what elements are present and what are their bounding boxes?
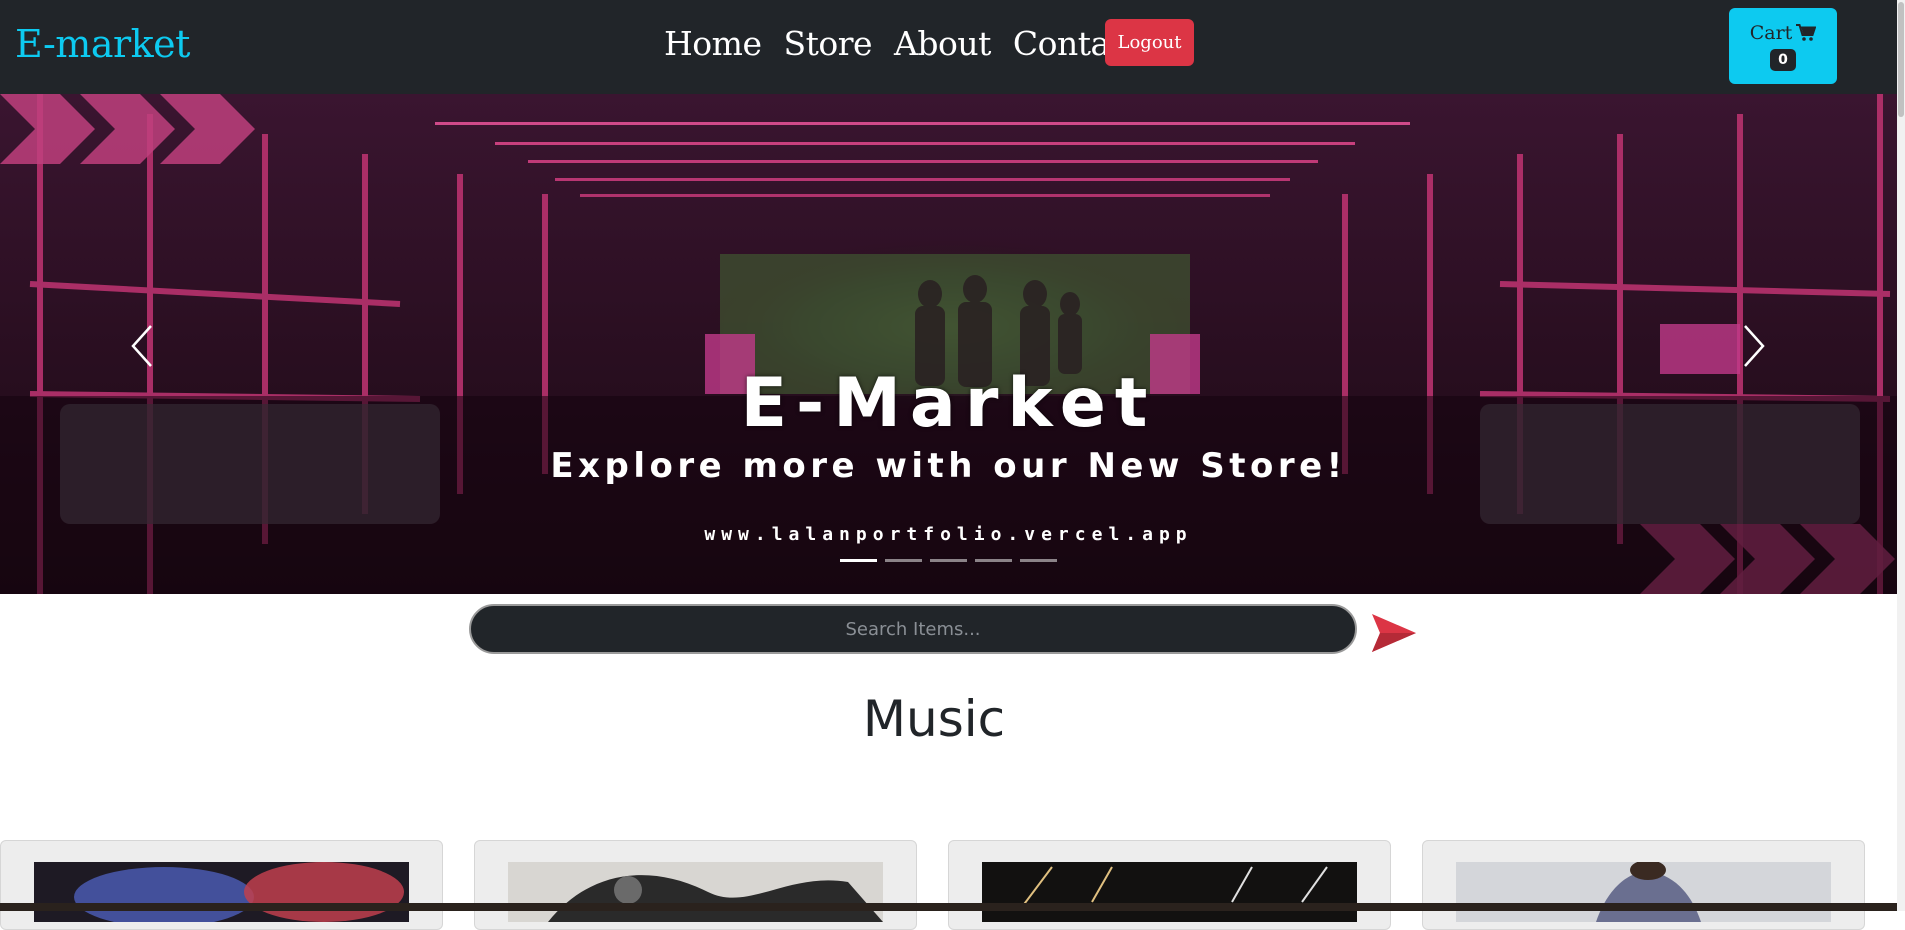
product-image <box>1456 862 1831 922</box>
carousel-indicator-1[interactable] <box>840 559 877 562</box>
hero-url: www.lalanportfolio.vercel.app <box>704 524 1193 545</box>
product-image <box>34 862 409 922</box>
send-icon <box>1372 614 1416 652</box>
product-image <box>508 862 883 922</box>
nav-link-store[interactable]: Store <box>783 24 872 63</box>
product-card[interactable] <box>0 840 443 930</box>
carousel-indicator-4[interactable] <box>975 559 1012 562</box>
search-submit-button[interactable] <box>1370 612 1418 654</box>
product-card[interactable] <box>1422 840 1865 930</box>
carousel-indicator-2[interactable] <box>885 559 922 562</box>
nav-link-about[interactable]: About <box>894 24 991 63</box>
cart-label: Cart <box>1749 22 1793 44</box>
carousel-prev-button[interactable] <box>121 316 161 376</box>
cart-count-badge: 0 <box>1770 49 1796 71</box>
page-bottom-strip <box>0 903 1905 911</box>
nav-link-home[interactable]: Home <box>664 24 762 63</box>
hero-subtitle: Explore more with our New Store! <box>550 446 1347 486</box>
navbar: E-market Home Store About Contact Logout… <box>0 0 1905 94</box>
nav-links: Home Store About Contact <box>664 24 1141 63</box>
hero-carousel: E-Market Explore more with our New Store… <box>0 94 1897 594</box>
chevron-right-icon <box>1744 325 1765 367</box>
section-title: Music <box>862 690 1006 748</box>
carousel-indicator-3[interactable] <box>930 559 967 562</box>
search-input[interactable] <box>469 604 1357 654</box>
page-scrollbar[interactable] <box>1897 0 1905 911</box>
carousel-next-button[interactable] <box>1735 316 1775 376</box>
carousel-indicator-5[interactable] <box>1020 559 1057 562</box>
brand-logo[interactable]: E-market <box>15 22 190 66</box>
carousel-indicators <box>840 559 1057 562</box>
product-card[interactable] <box>474 840 917 930</box>
logout-button[interactable]: Logout <box>1105 19 1194 66</box>
cart-header: Cart <box>1750 22 1817 44</box>
scrollbar-thumb[interactable] <box>1898 2 1904 117</box>
hero-title: E-Market <box>740 364 1157 443</box>
cart-icon <box>1796 24 1817 41</box>
product-image <box>982 862 1357 922</box>
chevron-left-icon <box>131 325 152 367</box>
product-card[interactable] <box>948 840 1391 930</box>
cart-button[interactable]: Cart 0 <box>1729 8 1837 84</box>
